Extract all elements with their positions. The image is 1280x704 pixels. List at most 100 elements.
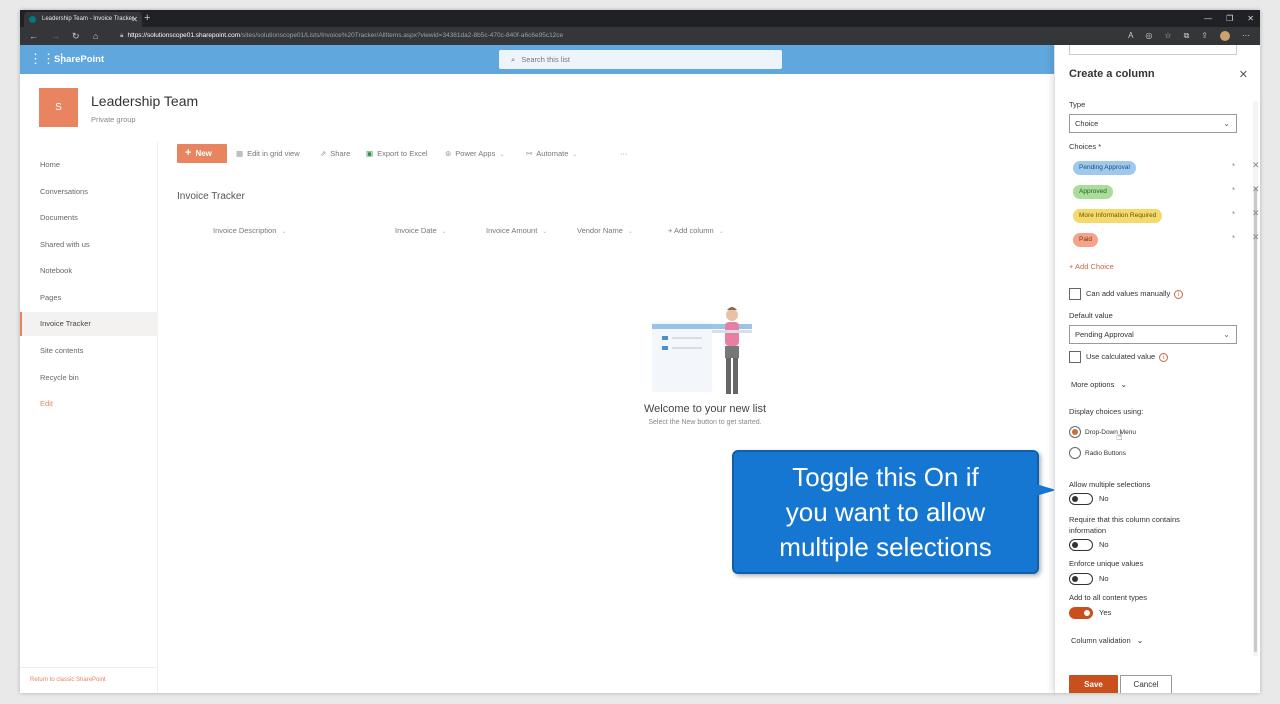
panel-title: Create a column xyxy=(1069,68,1155,80)
nav-divider xyxy=(20,667,157,668)
allow-multiple-toggle[interactable] xyxy=(1069,493,1093,505)
default-value-label: Default value xyxy=(1069,311,1113,320)
automate-button[interactable]: ⚯ Automate ⌄ xyxy=(526,144,577,163)
list-title[interactable]: Invoice Tracker xyxy=(177,191,245,202)
back-icon[interactable]: ← xyxy=(29,27,38,45)
search-input[interactable]: ⌕ Search this list xyxy=(499,50,782,69)
close-window-icon[interactable]: ✕ xyxy=(1247,10,1254,27)
can-add-manually-checkbox[interactable] xyxy=(1069,288,1081,300)
new-item-button[interactable]: + New xyxy=(177,144,227,163)
plus-icon: + xyxy=(185,147,192,159)
color-palette-icon[interactable]: ◔ xyxy=(1230,160,1235,170)
unique-values-toggle[interactable] xyxy=(1069,573,1093,585)
more-options-toggle[interactable]: More options ⌄ xyxy=(1071,380,1127,389)
allow-multiple-label: Allow multiple selections xyxy=(1069,480,1151,489)
nav-item-notebook[interactable]: Notebook xyxy=(20,259,158,283)
site-title[interactable]: Leadership Team xyxy=(91,93,198,109)
info-icon[interactable]: i xyxy=(1174,290,1184,299)
search-placeholder: Search this list xyxy=(521,55,570,64)
radio-buttons-radio[interactable] xyxy=(1069,447,1081,459)
site-logo[interactable]: S xyxy=(39,88,78,127)
more-commands-icon[interactable]: ··· xyxy=(620,144,628,163)
column-header-invoice-description[interactable]: Invoice Description ⌄ xyxy=(213,226,286,235)
new-tab-icon[interactable]: + xyxy=(144,10,150,27)
nav-item-site-contents[interactable]: Site contents xyxy=(20,339,158,363)
chevron-down-icon: ⌄ xyxy=(1223,330,1230,339)
color-palette-icon[interactable]: ◔ xyxy=(1230,184,1235,194)
close-tab-icon[interactable]: ✕ xyxy=(131,12,138,27)
nav-item-home[interactable]: Home xyxy=(20,153,158,177)
type-dropdown[interactable]: Choice ⌄ xyxy=(1069,114,1237,133)
favorite-star-icon[interactable]: ☆ xyxy=(1164,27,1171,45)
dropdown-menu-radio-label[interactable]: Drop-Down Menu xyxy=(1085,429,1136,436)
nav-item-conversations[interactable]: Conversations xyxy=(20,180,158,204)
home-icon[interactable]: ⌂ xyxy=(93,27,98,45)
type-label: Type xyxy=(1069,100,1086,109)
choice-chip[interactable]: Pending Approval xyxy=(1073,161,1136,175)
tracking-icon[interactable]: ◎ xyxy=(1145,27,1152,45)
chevron-down-icon: ⌄ xyxy=(1120,380,1128,389)
cancel-button[interactable]: Cancel xyxy=(1120,675,1172,693)
forward-icon[interactable]: → xyxy=(51,27,60,45)
refresh-icon[interactable]: ↻ xyxy=(72,27,80,45)
choice-chip[interactable]: More Information Required xyxy=(1073,209,1163,223)
callout-line: you want to allow xyxy=(785,497,986,527)
nav-item-invoice-tracker[interactable]: Invoice Tracker xyxy=(20,312,158,336)
remove-choice-icon[interactable]: ✕ xyxy=(1252,208,1260,219)
content-types-toggle[interactable] xyxy=(1069,607,1093,619)
column-header-invoice-date[interactable]: Invoice Date ⌄ xyxy=(395,226,447,235)
return-to-classic-link[interactable]: Return to classic SharePoint xyxy=(30,677,106,683)
default-value-dropdown[interactable]: Pending Approval ⌄ xyxy=(1069,325,1237,344)
dropdown-menu-radio[interactable] xyxy=(1069,426,1081,438)
more-menu-icon[interactable]: ⋯ xyxy=(1242,27,1250,45)
save-button[interactable]: Save xyxy=(1069,675,1118,693)
nav-edit-link[interactable]: Edit xyxy=(20,392,158,416)
add-choice-button[interactable]: + Add Choice xyxy=(1069,262,1114,271)
lock-icon: 🔒︎ xyxy=(120,32,124,39)
remove-choice-icon[interactable]: ✕ xyxy=(1252,160,1260,171)
chevron-down-icon: ⌄ xyxy=(281,229,287,235)
power-apps-button[interactable]: ⊛ Power Apps ⌄ xyxy=(445,144,504,163)
color-palette-icon[interactable]: ◔ xyxy=(1230,208,1235,218)
sharepoint-brand[interactable]: SharePoint xyxy=(54,45,104,74)
maximize-icon[interactable]: ❐ xyxy=(1226,10,1233,27)
profile-avatar[interactable] xyxy=(1220,31,1230,41)
choice-chip[interactable]: Paid xyxy=(1073,233,1099,247)
remove-choice-icon[interactable]: ✕ xyxy=(1252,232,1260,243)
require-info-toggle[interactable] xyxy=(1069,539,1093,551)
color-palette-icon[interactable]: ◔ xyxy=(1230,232,1235,242)
column-header-invoice-amount[interactable]: Invoice Amount ⌄ xyxy=(486,226,547,235)
share-icon[interactable]: ⇪ xyxy=(1201,27,1208,45)
address-bar: ← → ↻ ⌂ 🔒︎ https://solutionscope01.sharep… xyxy=(20,27,1260,45)
export-excel-button[interactable]: ▣ Export to Excel xyxy=(366,144,428,163)
remove-choice-icon[interactable]: ✕ xyxy=(1252,184,1260,195)
browser-tab[interactable]: Leadership Team - Invoice Tracker ✕ xyxy=(24,12,142,27)
minimize-icon[interactable]: — xyxy=(1204,10,1212,27)
column-header-vendor-name[interactable]: Vendor Name ⌄ xyxy=(577,226,633,235)
panel-scrollbar-thumb[interactable] xyxy=(1254,187,1257,652)
url-field[interactable]: 🔒︎ https://solutionscope01.sharepoint.com… xyxy=(120,30,1120,42)
radio-buttons-radio-label[interactable]: Radio Buttons xyxy=(1085,450,1126,457)
choice-chip[interactable]: Approved xyxy=(1073,185,1113,199)
power-apps-icon: ⊛ xyxy=(445,149,452,158)
nav-item-shared-with-us[interactable]: Shared with us xyxy=(20,233,158,257)
default-value: Pending Approval xyxy=(1075,330,1134,339)
grid-icon: ▦ xyxy=(236,149,244,158)
chevron-down-icon: ⌄ xyxy=(1223,119,1230,128)
nav-item-recycle-bin[interactable]: Recycle bin xyxy=(20,366,158,390)
tutorial-callout: Toggle this On if you want to allow mult… xyxy=(732,450,1039,574)
use-calculated-checkbox[interactable] xyxy=(1069,351,1081,363)
nav-item-documents[interactable]: Documents xyxy=(20,206,158,230)
read-aloud-icon[interactable]: A xyxy=(1128,27,1133,45)
column-validation-toggle[interactable]: Column validation ⌄ xyxy=(1071,636,1143,645)
allow-multiple-state: No xyxy=(1099,494,1109,503)
info-icon[interactable]: i xyxy=(1159,353,1169,362)
collections-icon[interactable]: ⧉ xyxy=(1184,27,1190,45)
close-icon[interactable]: ✕ xyxy=(1239,68,1248,81)
nav-item-pages[interactable]: Pages xyxy=(20,286,158,310)
share-button[interactable]: ⇗ Share xyxy=(320,144,350,163)
add-column-button[interactable]: + Add column ⌄ xyxy=(668,226,724,235)
content-types-state: Yes xyxy=(1099,608,1112,617)
empty-list-illustration xyxy=(652,307,752,394)
edit-grid-view-button[interactable]: ▦ Edit in grid view xyxy=(236,144,300,163)
